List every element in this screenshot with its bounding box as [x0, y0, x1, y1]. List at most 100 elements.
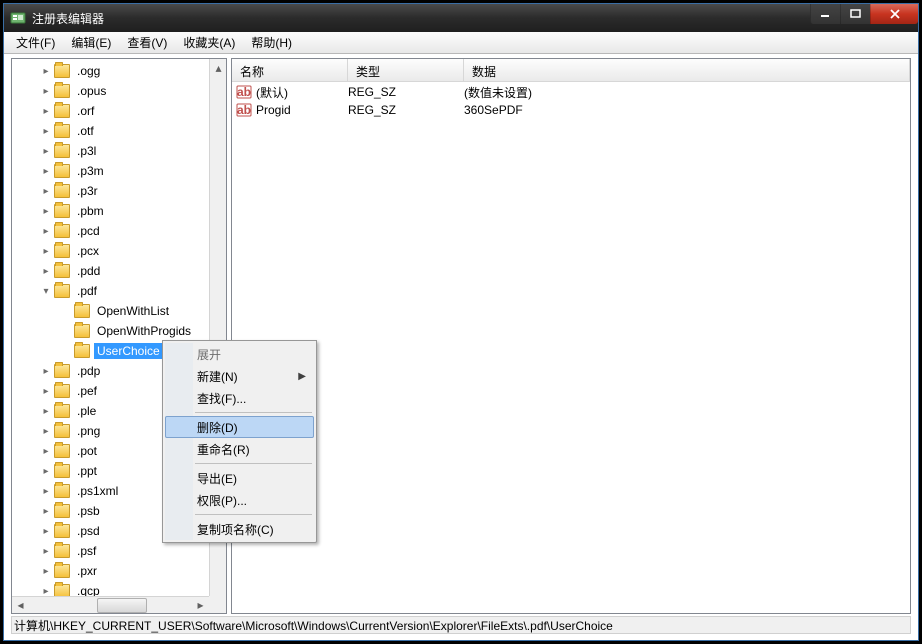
tree-item-label: .ppt	[74, 463, 100, 479]
scroll-thumb[interactable]	[97, 598, 147, 613]
folder-icon	[54, 424, 70, 438]
scroll-left-icon[interactable]: ◂	[12, 597, 29, 614]
context-menu-item[interactable]: 删除(D)	[165, 416, 314, 438]
chevron-right-icon[interactable]: ▸	[40, 565, 52, 577]
menu-view[interactable]: 查看(V)	[119, 31, 175, 54]
chevron-right-icon[interactable]: ▸	[40, 205, 52, 217]
context-menu-item[interactable]: 导出(E)	[165, 467, 314, 489]
folder-icon	[54, 104, 70, 118]
chevron-right-icon[interactable]: ▸	[40, 105, 52, 117]
scroll-up-icon[interactable]: ▴	[210, 59, 227, 76]
statusbar: 计算机\HKEY_CURRENT_USER\Software\Microsoft…	[11, 616, 911, 634]
chevron-right-icon[interactable]: ▸	[40, 425, 52, 437]
context-menu-item[interactable]: 复制项名称(C)	[165, 518, 314, 540]
tree-item-label: .pef	[74, 383, 100, 399]
menu-edit[interactable]: 编辑(E)	[63, 31, 119, 54]
chevron-right-icon[interactable]: ▸	[40, 125, 52, 137]
tree-item[interactable]: ▸.otf	[12, 121, 209, 141]
context-menu-label: 删除(D)	[197, 419, 238, 436]
tree-item-label: .pcx	[74, 243, 102, 259]
folder-icon	[54, 444, 70, 458]
tree-item[interactable]: ▸ .pcd	[12, 221, 209, 241]
chevron-right-icon[interactable]: ▸	[40, 165, 52, 177]
column-data[interactable]: 数据	[464, 59, 910, 81]
context-menu-item[interactable]: 重命名(R)	[165, 438, 314, 460]
cell-type: REG_SZ	[348, 103, 464, 117]
minimize-button[interactable]	[810, 4, 840, 24]
context-menu-label: 展开	[197, 346, 221, 363]
tree-item-label: UserChoice	[94, 343, 163, 359]
context-menu-separator	[195, 412, 312, 413]
context-menu-item[interactable]: 查找(F)...	[165, 387, 314, 409]
chevron-right-icon[interactable]: ▸	[40, 385, 52, 397]
chevron-right-icon[interactable]: ▸	[40, 445, 52, 457]
folder-icon	[74, 344, 90, 358]
close-button[interactable]	[870, 4, 918, 24]
chevron-right-icon[interactable]: ▸	[40, 265, 52, 277]
tree-item[interactable]: ▸.psf	[12, 541, 209, 561]
tree-item-label: .p3r	[74, 183, 101, 199]
scroll-right-icon[interactable]: ▸	[192, 597, 209, 614]
window-buttons	[810, 4, 918, 24]
folder-icon	[54, 524, 70, 538]
tree-item-label: .ogg	[74, 63, 103, 79]
context-menu-item[interactable]: 权限(P)...	[165, 489, 314, 511]
column-name[interactable]: 名称	[232, 59, 348, 81]
context-menu-label: 新建(N)	[197, 368, 238, 385]
context-menu: 展开新建(N)▶查找(F)... 删除(D) 重命名(R) 导出(E)权限(P)...…	[162, 340, 317, 543]
chevron-right-icon[interactable]: ▸	[40, 405, 52, 417]
tree-item-label: .orf	[74, 103, 97, 119]
tree-item-label: OpenWithProgids	[94, 323, 194, 339]
tree-item[interactable]: ▸.pxr	[12, 561, 209, 581]
menu-file[interactable]: 文件(F)	[8, 31, 63, 54]
chevron-right-icon[interactable]: ▸	[40, 545, 52, 557]
tree-item-label: OpenWithList	[94, 303, 172, 319]
tree-item[interactable]: ▸ .p3r	[12, 181, 209, 201]
tree-item-label: .psd	[74, 523, 103, 539]
menu-favorites[interactable]: 收藏夹(A)	[175, 31, 243, 54]
chevron-right-icon[interactable]: ▸	[40, 365, 52, 377]
tree-item[interactable]: ▸ .pcx	[12, 241, 209, 261]
titlebar[interactable]: 注册表编辑器	[4, 4, 918, 32]
chevron-right-icon[interactable]: ▸	[40, 485, 52, 497]
tree-item[interactable]: ▾.pdf	[12, 281, 209, 301]
tree-item-label: .pcd	[74, 223, 103, 239]
tree-item[interactable]: ▸ .orf	[12, 101, 209, 121]
chevron-right-icon[interactable]: ▸	[40, 525, 52, 537]
chevron-right-icon[interactable]: ▸	[40, 245, 52, 257]
chevron-right-icon[interactable]: ▸	[40, 185, 52, 197]
tree-item[interactable]: ▸ .opus	[12, 81, 209, 101]
string-value-icon: ab	[236, 84, 252, 100]
tree-item-label: .p3l	[74, 143, 99, 159]
tree-item[interactable]: ▸.pbm	[12, 201, 209, 221]
tree-item[interactable]: ▸OpenWithProgids	[12, 321, 209, 341]
maximize-button[interactable]	[840, 4, 870, 24]
chevron-right-icon[interactable]: ▸	[40, 585, 52, 596]
folder-icon	[74, 304, 90, 318]
folder-icon	[54, 144, 70, 158]
tree-item[interactable]: ▸.pdd	[12, 261, 209, 281]
menu-help[interactable]: 帮助(H)	[243, 31, 300, 54]
chevron-right-icon[interactable]: ▸	[40, 465, 52, 477]
scroll-track[interactable]	[29, 597, 192, 614]
tree-item-label: .opus	[74, 83, 109, 99]
folder-icon	[54, 504, 70, 518]
context-menu-item[interactable]: 新建(N)▶	[165, 365, 314, 387]
folder-icon	[54, 84, 70, 98]
tree-item[interactable]: ▸ .ogg	[12, 61, 209, 81]
tree-item[interactable]: ▸.p3m	[12, 161, 209, 181]
horizontal-scrollbar[interactable]: ◂ ▸	[12, 596, 209, 613]
chevron-right-icon[interactable]: ▸	[40, 65, 52, 77]
chevron-right-icon[interactable]: ▸	[40, 505, 52, 517]
tree-item[interactable]: ▸OpenWithList	[12, 301, 209, 321]
column-type[interactable]: 类型	[348, 59, 464, 81]
folder-icon	[54, 284, 70, 298]
list-row[interactable]: abProgidREG_SZ360SePDF	[232, 100, 910, 118]
chevron-right-icon[interactable]: ▸	[40, 85, 52, 97]
tree-item[interactable]: ▸.qcp	[12, 581, 209, 596]
tree-item[interactable]: ▸ .p3l	[12, 141, 209, 161]
chevron-down-icon[interactable]: ▾	[40, 285, 52, 297]
chevron-right-icon[interactable]: ▸	[40, 145, 52, 157]
chevron-right-icon[interactable]: ▸	[40, 225, 52, 237]
list-row[interactable]: ab(默认)REG_SZ(数值未设置)	[232, 82, 910, 100]
